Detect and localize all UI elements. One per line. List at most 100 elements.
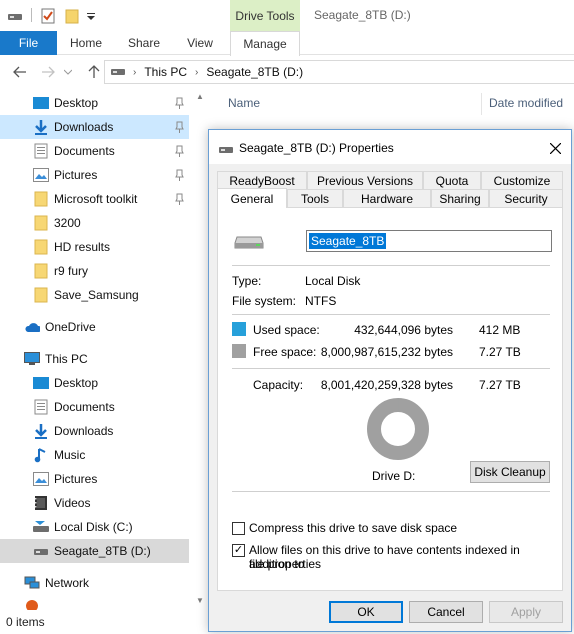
nav-item-hd-results[interactable]: HD results — [0, 235, 189, 259]
divider — [232, 491, 550, 492]
tab-view[interactable]: View — [180, 31, 220, 55]
nav-item-pc-downloads[interactable]: Downloads — [0, 419, 189, 443]
used-space-label: Used space: — [253, 323, 320, 337]
back-button[interactable] — [10, 62, 30, 82]
computer-icon — [24, 351, 40, 367]
new-folder-icon[interactable] — [64, 7, 80, 25]
tab-customize[interactable]: Customize — [481, 171, 563, 189]
nav-item-pc-music[interactable]: Music — [0, 443, 189, 467]
folder-icon — [33, 287, 49, 303]
recent-locations-button[interactable] — [62, 62, 74, 82]
up-button[interactable] — [84, 62, 104, 82]
homegroup-icon — [24, 599, 40, 610]
nav-pane-scrollbar[interactable]: ▲ ▼ — [192, 88, 208, 610]
tab-quota[interactable]: Quota — [423, 171, 481, 189]
tab-home[interactable]: Home — [64, 31, 108, 55]
breadcrumb-this-pc[interactable]: This PC — [144, 65, 187, 79]
divider — [232, 265, 550, 266]
cancel-button[interactable]: Cancel — [409, 601, 483, 623]
nav-item-pictures[interactable]: Pictures — [0, 163, 189, 187]
pin-icon[interactable] — [175, 121, 184, 133]
tab-tools[interactable]: Tools — [287, 189, 343, 207]
close-icon[interactable] — [545, 138, 565, 158]
nav-item-homegroup-partial[interactable] — [0, 599, 189, 610]
file-system-label: File system: — [232, 294, 297, 308]
folder-icon — [33, 239, 49, 255]
chevron-down-icon — [64, 69, 72, 75]
general-tab-panel: Seagate_8TB Type: Local Disk File system… — [217, 207, 563, 591]
tab-general[interactable]: General — [217, 188, 287, 208]
nav-item-this-pc[interactable]: This PC — [0, 347, 189, 371]
column-header-date-modified[interactable]: Date modified — [489, 96, 563, 110]
cloud-icon — [24, 319, 40, 335]
capacity-size: 7.27 TB — [479, 378, 521, 392]
dialog-title-bar[interactable]: Seagate_8TB (D:) Properties — [209, 130, 571, 164]
nav-item-network[interactable]: Network — [0, 571, 189, 595]
usage-donut-chart — [367, 398, 429, 460]
free-space-size: 7.27 TB — [479, 345, 521, 359]
separator — [31, 8, 32, 22]
address-bar[interactable]: › This PC › Seagate_8TB (D:) — [104, 60, 574, 84]
disk-cleanup-button[interactable]: Disk Cleanup — [470, 461, 550, 483]
nav-item-pc-desktop[interactable]: Desktop — [0, 371, 189, 395]
ribbon-tabs: File Home Share View Manage — [0, 31, 574, 56]
drive-icon — [8, 7, 22, 25]
nav-item-microsoft-toolkit[interactable]: Microsoft toolkit — [0, 187, 189, 211]
nav-item-r9-fury[interactable]: r9 fury — [0, 259, 189, 283]
column-divider[interactable] — [481, 93, 482, 115]
nav-item-pc-pictures[interactable]: Pictures — [0, 467, 189, 491]
quick-access-dropdown-icon[interactable] — [86, 7, 96, 25]
tab-readyboost[interactable]: ReadyBoost — [217, 171, 307, 189]
documents-icon — [33, 399, 49, 415]
desktop-folder-icon — [33, 375, 49, 391]
tab-file[interactable]: File — [0, 31, 57, 55]
nav-item-downloads[interactable]: Downloads — [0, 115, 189, 139]
pin-icon[interactable] — [175, 193, 184, 205]
scroll-down-arrow-icon[interactable]: ▼ — [195, 596, 205, 606]
compress-checkbox[interactable] — [232, 522, 245, 535]
tab-manage[interactable]: Manage — [230, 31, 300, 56]
title-bar: Drive Tools Seagate_8TB (D:) — [0, 0, 574, 31]
tab-sharing[interactable]: Sharing — [431, 189, 489, 207]
ok-button[interactable]: OK — [329, 601, 403, 623]
nav-item-save-samsung[interactable]: Save_Samsung — [0, 283, 189, 307]
scroll-up-arrow-icon[interactable]: ▲ — [195, 92, 205, 102]
tab-hardware[interactable]: Hardware — [343, 189, 431, 207]
apply-button[interactable]: Apply — [489, 601, 563, 623]
nav-item-pc-videos[interactable]: Videos — [0, 491, 189, 515]
item-count: 0 items — [6, 615, 45, 629]
breadcrumb-chevron-icon[interactable]: › — [195, 67, 198, 78]
nav-item-onedrive[interactable]: OneDrive — [0, 315, 189, 339]
file-system-value: NTFS — [305, 294, 337, 308]
folder-icon — [33, 263, 49, 279]
index-checkbox[interactable]: ✓ — [232, 544, 245, 557]
breadcrumb-chevron-icon[interactable]: › — [133, 67, 136, 78]
nav-item-seagate-d[interactable]: Seagate_8TB (D:) — [0, 539, 189, 563]
compress-label[interactable]: Compress this drive to save disk space — [249, 521, 457, 535]
nav-item-local-disk-c[interactable]: Local Disk (C:) — [0, 515, 189, 539]
pin-icon[interactable] — [175, 145, 184, 157]
tab-share[interactable]: Share — [122, 31, 166, 55]
up-arrow-icon — [88, 65, 100, 78]
address-row: › This PC › Seagate_8TB (D:) — [0, 56, 574, 88]
music-note-icon — [33, 447, 49, 463]
tab-previous-versions[interactable]: Previous Versions — [307, 171, 423, 189]
used-space-bytes: 432,644,096 bytes — [354, 323, 453, 337]
tab-security[interactable]: Security — [489, 189, 563, 207]
nav-item-pc-documents[interactable]: Documents — [0, 395, 189, 419]
index-label-line2[interactable]: file properties — [249, 557, 321, 571]
properties-check-icon[interactable] — [40, 7, 56, 25]
drive-name-input[interactable]: Seagate_8TB — [306, 230, 552, 252]
column-header-name[interactable]: Name — [228, 96, 260, 110]
nav-item-3200[interactable]: 3200 — [0, 211, 189, 235]
downloads-arrow-icon — [33, 119, 49, 135]
pin-icon[interactable] — [175, 169, 184, 181]
drive-icon — [111, 65, 125, 79]
nav-item-desktop[interactable]: Desktop — [0, 91, 189, 115]
forward-button[interactable] — [38, 62, 58, 82]
free-space-swatch — [232, 344, 246, 358]
breadcrumb-drive[interactable]: Seagate_8TB (D:) — [206, 65, 303, 79]
nav-item-documents[interactable]: Documents — [0, 139, 189, 163]
pin-icon[interactable] — [175, 97, 184, 109]
documents-icon — [33, 143, 49, 159]
